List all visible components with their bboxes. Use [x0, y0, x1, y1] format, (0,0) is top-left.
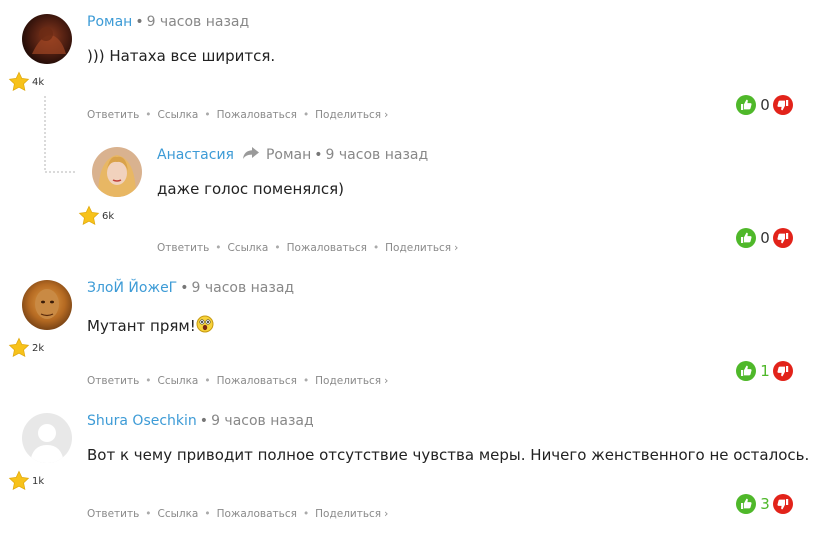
comment-actions: Ответить • Ссылка • Пожаловаться • Поделиться ›	[87, 374, 388, 388]
comment-actions: Ответить • Ссылка • Пожаловаться • Поделиться ›	[157, 241, 458, 255]
avatar[interactable]	[22, 280, 72, 330]
timestamp[interactable]: 9 часов назад	[326, 147, 429, 163]
author-name[interactable]: ЗлоЙ ЙожеГ	[87, 280, 177, 296]
separator-dot: •	[204, 109, 211, 121]
separator-dot: •	[199, 413, 209, 429]
thumbs-up-icon[interactable]	[736, 494, 756, 514]
separator-dot: •	[135, 14, 144, 30]
permalink-link[interactable]: Ссылка	[157, 508, 198, 520]
vote-score: 0	[760, 229, 770, 247]
separator-dot: •	[302, 508, 310, 520]
comment-header: ЗлоЙ ЙожеГ • 9 часов назад	[87, 279, 294, 297]
report-link[interactable]: Пожаловаться	[217, 508, 297, 520]
vote-widget: 3	[736, 494, 796, 516]
star-icon	[8, 470, 30, 492]
share-link[interactable]: Поделиться	[315, 508, 381, 520]
report-link[interactable]: Пожаловаться	[217, 375, 297, 387]
separator-dot: •	[145, 375, 152, 387]
chevron-right-icon: ›	[384, 375, 389, 387]
chevron-right-icon: ›	[384, 508, 389, 520]
scared-smiley-icon	[196, 315, 214, 333]
comment-text: даже голос поменялся)	[157, 180, 344, 198]
comment-text-body: Мутант прям!	[87, 317, 196, 335]
permalink-link[interactable]: Ссылка	[157, 109, 198, 121]
comment: 1k Shura Osechkin • 9 часов назад Вот к че…	[0, 399, 820, 532]
timestamp[interactable]: 9 часов назад	[191, 280, 294, 296]
report-link[interactable]: Пожаловаться	[217, 109, 297, 121]
reply-link[interactable]: Ответить	[87, 109, 139, 121]
comment: 4k Роман • 9 часов назад ))) Натаха все ши…	[0, 0, 820, 133]
star-icon	[8, 71, 30, 93]
separator-dot: •	[145, 109, 152, 121]
avatar[interactable]	[22, 14, 72, 64]
reply-arrow-icon	[242, 146, 260, 160]
comment-text: ))) Натаха все ширится.	[87, 47, 276, 65]
chevron-right-icon: ›	[384, 109, 389, 121]
permalink-link[interactable]: Ссылка	[157, 375, 198, 387]
thumbs-down-icon[interactable]	[773, 494, 793, 514]
share-link[interactable]: Поделиться	[385, 242, 451, 254]
rating-count: 1k	[32, 476, 45, 487]
comment-text: Вот к чему приводит полное отсутствие чу…	[87, 446, 810, 464]
chevron-right-icon: ›	[454, 242, 459, 254]
comment-actions: Ответить • Ссылка • Пожаловаться • Поделиться ›	[87, 108, 388, 122]
vote-widget: 0	[736, 95, 796, 117]
author-name[interactable]: Анастасия	[157, 147, 234, 163]
permalink-link[interactable]: Ссылка	[227, 242, 268, 254]
separator-dot: •	[204, 508, 211, 520]
rating-count: 2k	[32, 343, 45, 354]
vote-score: 0	[760, 96, 770, 114]
thumbs-down-icon[interactable]	[773, 228, 793, 248]
avatar[interactable]	[92, 147, 142, 197]
vote-widget: 0	[736, 228, 796, 250]
reply-to-name[interactable]: Роман	[266, 147, 311, 163]
star-icon	[8, 337, 30, 359]
author-name[interactable]: Роман	[87, 14, 132, 30]
separator-dot: •	[302, 375, 310, 387]
rating-count: 6k	[102, 211, 115, 222]
author-name[interactable]: Shura Osechkin	[87, 413, 197, 429]
share-link[interactable]: Поделиться	[315, 109, 381, 121]
reply-link[interactable]: Ответить	[157, 242, 209, 254]
separator-dot: •	[215, 242, 222, 254]
comment-header: Роман • 9 часов назад	[87, 13, 249, 31]
thumbs-up-icon[interactable]	[736, 228, 756, 248]
separator-dot: •	[302, 109, 310, 121]
comment-header: Shura Osechkin • 9 часов назад	[87, 412, 314, 430]
share-link[interactable]: Поделиться	[315, 375, 381, 387]
thumbs-down-icon[interactable]	[773, 361, 793, 381]
thumbs-up-icon[interactable]	[736, 361, 756, 381]
separator-dot: •	[145, 508, 152, 520]
vote-widget: 1	[736, 361, 796, 383]
reply-link[interactable]: Ответить	[87, 375, 139, 387]
timestamp[interactable]: 9 часов назад	[211, 413, 314, 429]
separator-dot: •	[274, 242, 281, 254]
rating-count: 4k	[32, 77, 45, 88]
vote-score: 1	[760, 362, 770, 380]
comment-reply: 6k Анастасия Роман • 9 часов назад даже гол…	[0, 133, 820, 266]
star-icon	[78, 205, 100, 227]
separator-dot: •	[314, 147, 323, 163]
separator-dot: •	[372, 242, 380, 254]
thumbs-down-icon[interactable]	[773, 95, 793, 115]
comment-text: Мутант прям!	[87, 315, 214, 336]
vote-score: 3	[760, 495, 770, 513]
timestamp[interactable]: 9 часов назад	[147, 14, 250, 30]
avatar[interactable]	[22, 413, 72, 463]
thumbs-up-icon[interactable]	[736, 95, 756, 115]
comment: 2k ЗлоЙ ЙожеГ • 9 часов назад Мутант прям!…	[0, 266, 820, 399]
reply-link[interactable]: Ответить	[87, 508, 139, 520]
comment-actions: Ответить • Ссылка • Пожаловаться • Поделиться ›	[87, 507, 388, 521]
comment-header: Анастасия Роман • 9 часов назад	[157, 146, 428, 164]
separator-dot: •	[204, 375, 211, 387]
separator-dot: •	[180, 280, 189, 296]
report-link[interactable]: Пожаловаться	[287, 242, 367, 254]
